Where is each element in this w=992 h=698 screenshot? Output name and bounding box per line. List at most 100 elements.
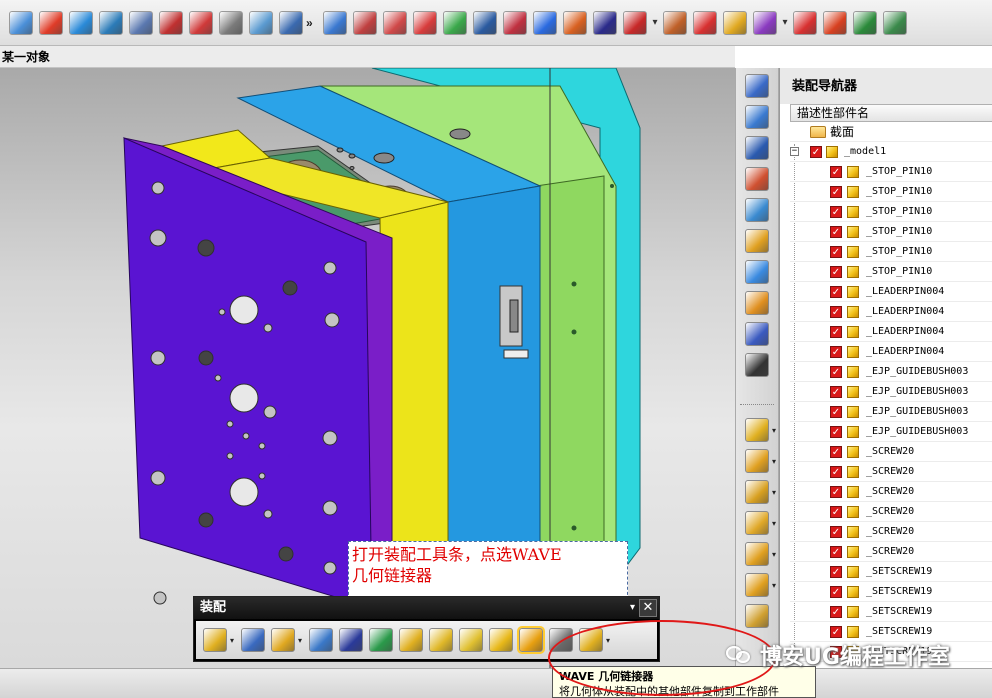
- dropdown-arrow-icon[interactable]: ▾: [772, 426, 776, 435]
- dropdown-arrow-icon[interactable]: ▾: [772, 581, 776, 590]
- checkbox-checked-icon[interactable]: ✓: [810, 146, 822, 158]
- tree-item-component[interactable]: ✓ _SCREW20: [790, 462, 992, 482]
- surface-patch-icon[interactable]: [745, 322, 769, 346]
- table-grid-icon[interactable]: [853, 10, 877, 35]
- dropdown-arrow-icon[interactable]: [9, 10, 33, 35]
- tree-item-component[interactable]: ✓ _SCREW20: [790, 502, 992, 522]
- assembly-toolbar-titlebar[interactable]: 装配 ▾ ✕: [194, 597, 659, 619]
- tree-item-component[interactable]: ✓ _LEADERPIN004: [790, 302, 992, 322]
- mirror-icon[interactable]: [693, 10, 717, 35]
- fold-icon[interactable]: [745, 291, 769, 315]
- curve-icon[interactable]: [745, 198, 769, 222]
- toolbar-options-icon[interactable]: ▾: [630, 597, 635, 619]
- toolbar-grip[interactable]: [740, 404, 774, 407]
- box-view-icon[interactable]: [249, 10, 273, 35]
- grid-view-icon[interactable]: [279, 10, 303, 35]
- part-view-icon[interactable]: [99, 10, 123, 35]
- add-component-icon[interactable]: [203, 628, 227, 652]
- material-icon[interactable]: [663, 10, 687, 35]
- xyz-coords-icon[interactable]: [473, 10, 497, 35]
- tree-item-component[interactable]: ✓ _STOP_PIN10: [790, 222, 992, 242]
- surface-mesh-icon[interactable]: [745, 74, 769, 98]
- dropdown-arrow-icon[interactable]: ▾: [780, 17, 790, 28]
- checkbox-checked-icon[interactable]: ✓: [830, 446, 842, 458]
- wave-linker-icon[interactable]: [517, 626, 545, 654]
- split-block-icon[interactable]: [383, 10, 407, 35]
- graphics-viewport[interactable]: 打开装配工具条，点选WAVE 几何链接器: [0, 68, 735, 668]
- checkbox-checked-icon[interactable]: ✓: [830, 546, 842, 558]
- tree-item-component[interactable]: ✓ _STOP_PIN10: [790, 182, 992, 202]
- rotate-icon[interactable]: [189, 10, 213, 35]
- component-pattern-icon[interactable]: [745, 449, 769, 473]
- toolbar-overflow-icon[interactable]: »: [306, 16, 320, 30]
- checkbox-checked-icon[interactable]: ✓: [830, 306, 842, 318]
- tree-item-component[interactable]: ✓ _LEADERPIN004: [790, 342, 992, 362]
- new-component-icon[interactable]: [271, 628, 295, 652]
- sequence-icon[interactable]: [429, 628, 453, 652]
- checkbox-checked-icon[interactable]: ✓: [830, 466, 842, 478]
- reposition-icon[interactable]: [309, 628, 333, 652]
- color-palette-icon[interactable]: [39, 10, 63, 35]
- checkbox-checked-icon[interactable]: ✓: [830, 366, 842, 378]
- navigator-column-header[interactable]: 描述性部件名: [790, 104, 992, 122]
- product-interface-icon[interactable]: [489, 628, 513, 652]
- checkbox-checked-icon[interactable]: ✓: [830, 406, 842, 418]
- draft-angle-icon[interactable]: [219, 10, 243, 35]
- checkbox-checked-icon[interactable]: ✓: [830, 486, 842, 498]
- mold-wizard-icon[interactable]: [69, 10, 93, 35]
- checkbox-checked-icon[interactable]: ✓: [830, 166, 842, 178]
- constraint-icon[interactable]: [369, 628, 393, 652]
- checkbox-checked-icon[interactable]: ✓: [830, 246, 842, 258]
- route-icon[interactable]: [459, 628, 483, 652]
- trim-icon[interactable]: [745, 167, 769, 191]
- checkbox-checked-icon[interactable]: ✓: [830, 326, 842, 338]
- tree-item-component[interactable]: ✓ _SCREW20: [790, 522, 992, 542]
- shading-icon[interactable]: [533, 10, 557, 35]
- mirror-assembly-icon[interactable]: [339, 628, 363, 652]
- checkbox-checked-icon[interactable]: ✓: [830, 266, 842, 278]
- axis-icon[interactable]: [745, 353, 769, 377]
- measure-icon[interactable]: [723, 10, 747, 35]
- tree-item-component[interactable]: ✓ _LEADERPIN004: [790, 322, 992, 342]
- dropdown-arrow-icon[interactable]: ▾: [298, 636, 306, 645]
- text-ab-icon[interactable]: [623, 10, 647, 35]
- collapse-icon[interactable]: −: [790, 147, 799, 156]
- tree-item-component[interactable]: ✓ _STOP_PIN10: [790, 202, 992, 222]
- solid-block-icon[interactable]: [745, 229, 769, 253]
- bar-chart-alt-icon[interactable]: [823, 10, 847, 35]
- checkbox-checked-icon[interactable]: ✓: [830, 506, 842, 518]
- tree-item-component[interactable]: ✓ _STOP_PIN10: [790, 262, 992, 282]
- dropdown-arrow-icon[interactable]: ▾: [650, 17, 660, 28]
- tree-item-component[interactable]: ✓ _SETSCREW19: [790, 562, 992, 582]
- report-icon[interactable]: [503, 10, 527, 35]
- dropdown-arrow-icon[interactable]: ▾: [772, 519, 776, 528]
- tree-item-component[interactable]: ✓ _EJP_GUIDEBUSH003: [790, 422, 992, 442]
- copy-component-icon[interactable]: [745, 511, 769, 535]
- tree-item-component[interactable]: ✓ _SCREW20: [790, 542, 992, 562]
- checkbox-checked-icon[interactable]: ✓: [830, 426, 842, 438]
- checkbox-checked-icon[interactable]: ✓: [830, 386, 842, 398]
- tree-item-component[interactable]: ✓ _SETSCREW19: [790, 602, 992, 622]
- tree-item-component[interactable]: ✓ _STOP_PIN10: [790, 162, 992, 182]
- tree-item-component[interactable]: ✓ _SCREW20: [790, 442, 992, 462]
- checkbox-checked-icon[interactable]: ✓: [830, 186, 842, 198]
- add-assembly-icon[interactable]: [745, 418, 769, 442]
- array-component-icon[interactable]: [745, 542, 769, 566]
- link-chain-icon[interactable]: [159, 10, 183, 35]
- electrode-icon[interactable]: [563, 10, 587, 35]
- spreadsheet-icon[interactable]: [883, 10, 907, 35]
- assembly-icon[interactable]: [753, 10, 777, 35]
- checkbox-checked-icon[interactable]: ✓: [830, 346, 842, 358]
- tree-item-component[interactable]: ✓ _SETSCREW19: [790, 582, 992, 602]
- bar-chart-icon[interactable]: [793, 10, 817, 35]
- checkbox-checked-icon[interactable]: ✓: [830, 226, 842, 238]
- checkbox-checked-icon[interactable]: ✓: [830, 606, 842, 618]
- dropdown-arrow-icon[interactable]: ▾: [772, 488, 776, 497]
- tree-item-component[interactable]: ✓ _STOP_PIN10: [790, 242, 992, 262]
- assembly-view-icon[interactable]: [241, 628, 265, 652]
- surface-grid-icon[interactable]: [745, 105, 769, 129]
- checkbox-checked-icon[interactable]: ✓: [830, 626, 842, 638]
- tree-item-component[interactable]: ✓ _EJP_GUIDEBUSH003: [790, 402, 992, 422]
- checkbox-checked-icon[interactable]: ✓: [830, 206, 842, 218]
- tree-item-component[interactable]: ✓ _LEADERPIN004: [790, 282, 992, 302]
